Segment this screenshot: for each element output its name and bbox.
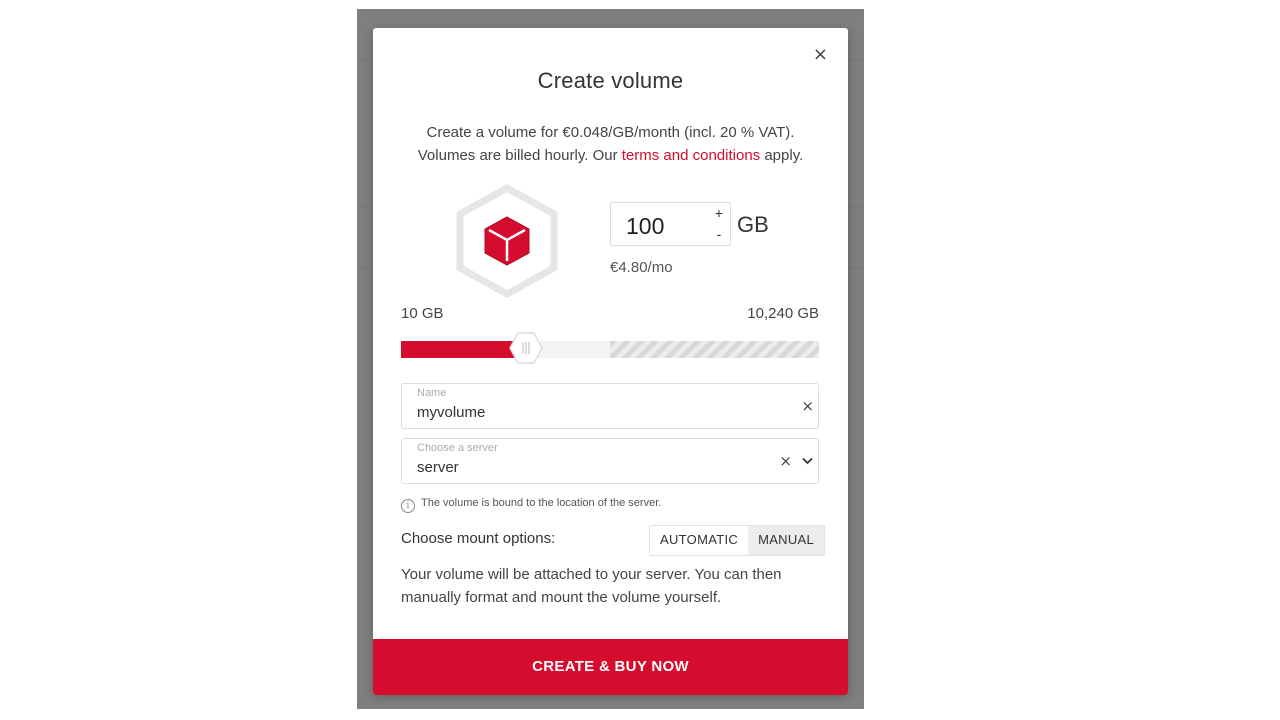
- size-value[interactable]: 100: [626, 213, 664, 240]
- create-buy-now-button[interactable]: CREATE & BUY NOW: [373, 639, 848, 695]
- slider-unavailable-range: [610, 341, 819, 358]
- volume-cube-icon: [456, 184, 558, 298]
- close-icon[interactable]: ×: [813, 45, 828, 65]
- info-text: The volume is bound to the location of t…: [421, 497, 662, 509]
- name-field-label: Name: [417, 387, 447, 399]
- location-info: i The volume is bound to the location of …: [401, 497, 661, 513]
- intro-line-1: Create a volume for €0.048/GB/month (inc…: [426, 124, 795, 141]
- decrement-button[interactable]: -: [708, 224, 730, 245]
- increment-button[interactable]: +: [708, 203, 730, 224]
- pricing-intro: Create a volume for €0.048/GB/month (inc…: [393, 121, 828, 167]
- monthly-price: €4.80/mo: [610, 259, 673, 276]
- server-select[interactable]: Choose a server server ×: [401, 438, 819, 484]
- create-volume-dialog: × Create volume Create a volume for €0.0…: [373, 28, 848, 695]
- dialog-title: Create volume: [537, 68, 684, 93]
- server-select-value[interactable]: server: [417, 459, 459, 476]
- slider-handle[interactable]: [509, 331, 543, 365]
- clear-server-icon[interactable]: ×: [779, 452, 792, 470]
- size-unit: GB: [737, 212, 769, 237]
- slider-max-label: 10,240 GB: [747, 305, 819, 322]
- info-icon: i: [401, 499, 415, 513]
- volume-size-input[interactable]: 100 + -: [610, 202, 731, 246]
- slider-min-label: 10 GB: [401, 305, 444, 322]
- mount-option-manual[interactable]: MANUAL: [748, 526, 825, 555]
- mount-option-automatic[interactable]: AUTOMATIC: [650, 526, 748, 555]
- server-select-label: Choose a server: [417, 442, 498, 454]
- name-field[interactable]: Name myvolume ×: [401, 383, 819, 429]
- chevron-down-icon[interactable]: [802, 457, 813, 465]
- size-slider-track[interactable]: [401, 341, 819, 358]
- clear-name-icon[interactable]: ×: [801, 397, 814, 415]
- mount-options-toggle: AUTOMATIC MANUAL: [649, 525, 826, 556]
- name-field-value[interactable]: myvolume: [417, 404, 485, 421]
- mount-options-label: Choose mount options:: [401, 530, 556, 547]
- intro-line-2: Volumes are billed hourly. Our terms and…: [417, 147, 804, 164]
- slider-fill: [401, 341, 526, 358]
- terms-link[interactable]: terms and conditions: [622, 147, 760, 164]
- mount-description: Your volume will be attached to your ser…: [401, 566, 782, 606]
